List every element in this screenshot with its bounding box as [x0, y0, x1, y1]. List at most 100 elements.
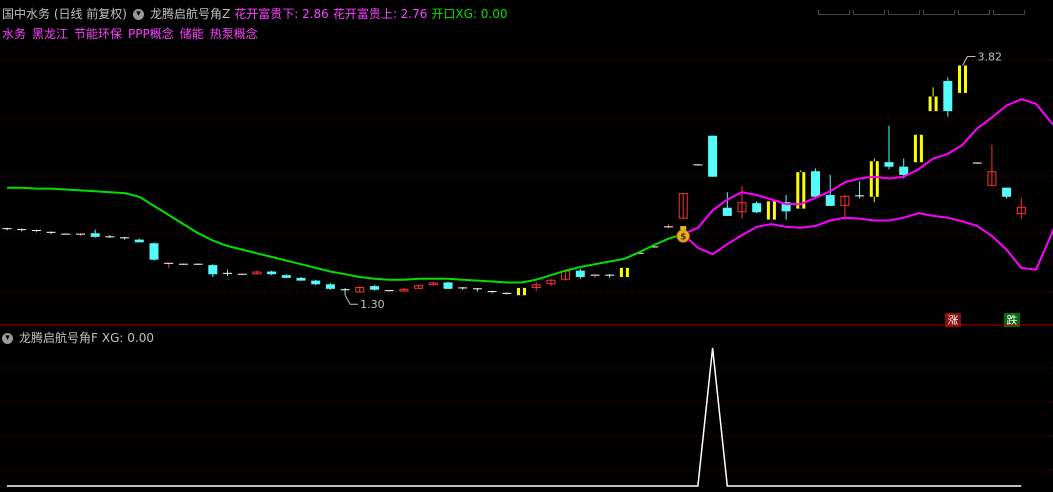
candle	[605, 274, 615, 278]
candle	[31, 229, 41, 233]
candle	[267, 270, 277, 276]
candle	[281, 274, 291, 278]
concept-tag[interactable]: 节能环保	[74, 27, 122, 41]
candle-body	[899, 166, 909, 175]
candle	[134, 238, 144, 243]
stock-title[interactable]: 国中水务 (日线 前复权)	[2, 7, 127, 21]
candle	[575, 268, 585, 279]
candle-body	[575, 270, 585, 277]
candle-body-stripe	[916, 134, 920, 163]
concept-tag[interactable]: 储能	[180, 27, 204, 41]
candle	[1016, 197, 1026, 219]
price-annotation: 3.82	[978, 51, 1003, 64]
candles	[2, 65, 1026, 296]
candle	[311, 279, 321, 286]
candle-body-stripe	[872, 161, 876, 197]
candle	[722, 192, 732, 216]
candle-body	[208, 265, 218, 275]
candle-body	[443, 282, 453, 289]
candle-body	[281, 275, 291, 278]
candle	[517, 287, 526, 296]
sub-header: ▾ 龙腾启航号角F XG: 0.00	[2, 330, 160, 346]
label-low: 花开富贵下: 2.86	[234, 7, 329, 21]
candle	[370, 285, 379, 291]
candle	[414, 284, 424, 289]
candle-body	[825, 194, 835, 206]
candle	[252, 270, 262, 275]
candle-body	[267, 271, 277, 275]
money-bag-icon: $	[676, 226, 691, 243]
candle	[149, 242, 159, 261]
candle	[223, 269, 232, 277]
candle	[76, 233, 85, 236]
candle	[487, 290, 497, 294]
candle	[384, 289, 394, 292]
candle	[458, 287, 468, 290]
candle-body	[311, 280, 321, 285]
concept-tags: 水务 黑龙江 节能环保 PPP概念 储能 热泵概念	[2, 26, 264, 42]
candle	[708, 135, 718, 177]
candle	[943, 77, 953, 117]
candle	[325, 283, 335, 290]
indicator-line	[682, 212, 1053, 271]
candle	[443, 281, 453, 289]
candle	[869, 158, 879, 203]
xg-signal-line	[7, 347, 1022, 487]
sub-label-xg: XG: 0.00	[101, 331, 155, 345]
candle	[531, 281, 541, 291]
sub-chart	[7, 347, 1022, 487]
candle	[237, 273, 247, 276]
candle	[619, 267, 629, 277]
candle	[840, 194, 850, 220]
candle-body	[708, 135, 718, 177]
candle	[928, 87, 938, 112]
candle	[296, 276, 306, 281]
candle	[428, 281, 438, 286]
candle	[164, 262, 174, 268]
indicator-name[interactable]: 龙腾启航号角Z	[150, 7, 230, 21]
candle-body	[370, 286, 379, 290]
candle	[781, 194, 791, 220]
candle	[2, 227, 12, 231]
candle	[17, 228, 27, 232]
candle	[1002, 187, 1012, 199]
candle	[678, 193, 688, 219]
candle	[472, 287, 482, 292]
candle-body	[722, 207, 732, 216]
candle	[664, 224, 673, 229]
grid-lines	[0, 59, 1053, 471]
candle-body	[811, 171, 820, 197]
concept-tag[interactable]: PPP概念	[128, 27, 174, 41]
circle-chevron-icon[interactable]: ▾	[133, 9, 144, 20]
circle-chevron-icon[interactable]: ▾	[2, 333, 13, 344]
sub-indicator-name[interactable]: 龙腾启航号角F	[19, 331, 98, 345]
candle	[546, 278, 556, 287]
label-high: 花开富贵上: 2.76	[332, 7, 428, 21]
candle	[737, 185, 747, 219]
candle-body	[325, 284, 335, 289]
candle-body-stripe	[961, 65, 964, 93]
money-bag-symbol: $	[680, 233, 686, 243]
candle	[913, 134, 923, 163]
indicator-line	[7, 186, 684, 284]
candle	[972, 162, 982, 164]
concept-tag[interactable]: 黑龙江	[32, 27, 68, 41]
candle	[590, 274, 600, 278]
candle	[178, 263, 188, 266]
concept-tag[interactable]: 热泵概念	[210, 27, 258, 41]
candle	[958, 65, 967, 93]
label-xg: 开口XG: 0.00	[431, 7, 508, 21]
candle-body-stripe	[769, 201, 773, 220]
candle	[855, 181, 865, 199]
candle-body-stripe	[622, 267, 626, 277]
candle-body	[149, 243, 159, 260]
candle-body	[134, 239, 144, 243]
candle-body-stripe	[520, 287, 523, 296]
candle-body	[752, 203, 762, 213]
concept-tag[interactable]: 水务	[2, 27, 26, 41]
candle	[693, 163, 703, 166]
candle-body	[884, 162, 894, 167]
candle	[90, 229, 100, 238]
price-pointer	[962, 56, 976, 66]
candle	[502, 292, 512, 295]
